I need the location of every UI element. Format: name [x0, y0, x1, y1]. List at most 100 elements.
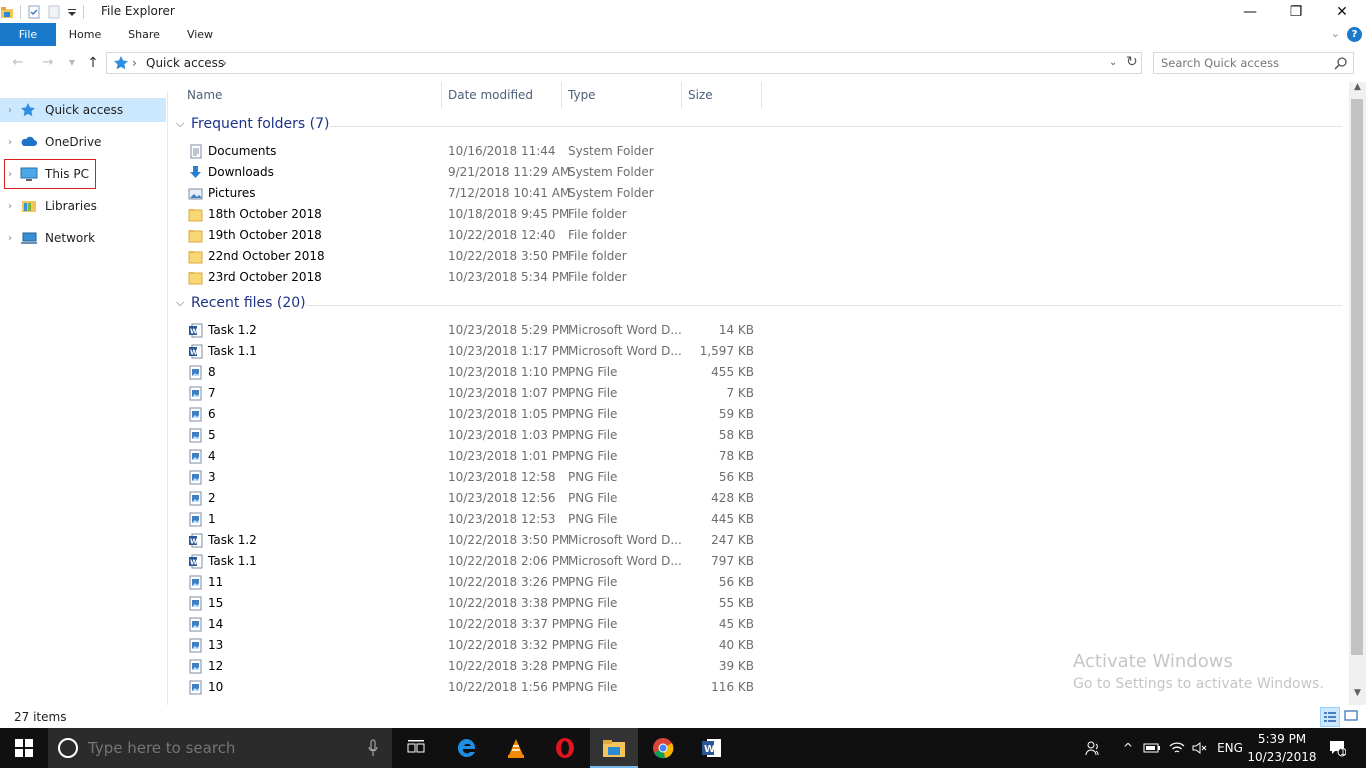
chrome-button[interactable] [639, 728, 687, 768]
folder-row[interactable]: 23rd October 2018 10/23/2018 5:34 PM File … [186, 267, 766, 288]
expand-chevron-icon[interactable]: › [0, 233, 20, 244]
folder-row[interactable]: 18th October 2018 10/18/2018 9:45 PM File … [186, 204, 766, 225]
column-header-type[interactable]: Type [562, 82, 682, 108]
search-input[interactable] [1154, 53, 1324, 73]
address-dropdown-chevron-icon[interactable]: ⌄ [1109, 57, 1117, 68]
file-row[interactable]: W Task 1.2 10/23/2018 5:29 PM Microsoft Wor… [186, 320, 766, 341]
folder-row[interactable]: Documents 10/16/2018 11:44 System Folder [186, 141, 766, 162]
input-language[interactable]: ENG [1216, 728, 1244, 768]
file-row[interactable]: 11 10/22/2018 3:26 PM PNG File 56 KB [186, 572, 766, 593]
taskbar-search-box[interactable] [48, 728, 392, 768]
close-button[interactable]: ✕ [1319, 0, 1365, 23]
file-explorer-button[interactable] [590, 728, 638, 768]
scrollbar-thumb[interactable] [1351, 99, 1363, 655]
file-row[interactable]: 13 10/22/2018 3:32 PM PNG File 40 KB [186, 635, 766, 656]
sidebar-item-quick-access[interactable]: › Quick access [0, 98, 166, 122]
refresh-icon[interactable]: ↻ [1126, 54, 1138, 70]
file-row[interactable]: 14 10/22/2018 3:37 PM PNG File 45 KB [186, 614, 766, 635]
file-row[interactable]: W Task 1.1 10/22/2018 2:06 PM Microsoft Wor… [186, 551, 766, 572]
file-row[interactable]: 8 10/23/2018 1:10 PM PNG File 455 KB [186, 362, 766, 383]
column-header-name[interactable]: Name [181, 82, 442, 108]
tab-file[interactable]: File [0, 23, 56, 46]
explorer-app-icon[interactable] [0, 5, 14, 19]
item-date-modified: 10/23/2018 12:58 [448, 470, 556, 484]
sidebar-item-libraries[interactable]: › Libraries [0, 194, 166, 218]
collapse-chevron-icon[interactable]: ⌵ [176, 117, 188, 131]
item-type: Microsoft Word D... [568, 554, 682, 568]
expand-ribbon-chevron-icon[interactable]: ⌄ [1331, 27, 1340, 40]
file-row[interactable]: 12 10/22/2018 3:28 PM PNG File 39 KB [186, 656, 766, 677]
taskbar-clock[interactable]: 5:39 PM 10/23/2018 [1244, 730, 1320, 766]
forward-arrow-icon[interactable]: → [40, 55, 56, 71]
battery-icon[interactable] [1142, 728, 1162, 768]
folder-row[interactable]: Pictures 7/12/2018 10:41 AM System Folder [186, 183, 766, 204]
file-row[interactable]: 3 10/23/2018 12:58 PNG File 56 KB [186, 467, 766, 488]
column-header-date-modified[interactable]: Date modified [442, 82, 562, 108]
breadcrumb-separator-icon[interactable]: › [222, 56, 227, 70]
group-header-frequent-folders[interactable]: ⌵ Frequent folders (7) [176, 116, 330, 132]
file-row[interactable]: 10 10/22/2018 1:56 PM PNG File 116 KB [186, 677, 766, 698]
properties-icon[interactable] [27, 5, 41, 19]
edge-button[interactable] [443, 728, 491, 768]
start-button[interactable] [0, 728, 48, 768]
tab-view[interactable]: View [176, 23, 224, 46]
search-icon[interactable] [1334, 56, 1348, 70]
maximize-button[interactable]: ❐ [1273, 0, 1319, 23]
action-center-button[interactable]: 1 [1322, 728, 1352, 768]
address-bar[interactable]: › Quick access › ⌄ ↻ [106, 52, 1142, 74]
customize-toolbar-dropdown-icon[interactable] [67, 5, 77, 19]
microphone-icon[interactable] [368, 739, 378, 757]
volume-muted-icon[interactable] [1190, 728, 1210, 768]
back-arrow-icon[interactable]: ← [10, 55, 26, 71]
collapse-chevron-icon[interactable]: ⌵ [176, 296, 188, 310]
file-row[interactable]: W Task 1.1 10/23/2018 1:17 PM Microsoft Wor… [186, 341, 766, 362]
taskbar: W ^ ENG 5:39 PM 10/23/2018 1 [0, 728, 1366, 768]
large-icons-view-button[interactable] [1342, 707, 1362, 727]
folder-row[interactable]: 19th October 2018 10/22/2018 12:40 File fo… [186, 225, 766, 246]
tab-share[interactable]: Share [118, 23, 170, 46]
task-view-button[interactable] [392, 728, 440, 768]
item-size: 116 KB [711, 680, 754, 694]
help-button[interactable]: ? [1347, 27, 1362, 42]
word-doc-icon: W [188, 323, 203, 338]
tab-home[interactable]: Home [60, 23, 110, 46]
scroll-down-arrow-icon[interactable]: ▼ [1349, 688, 1366, 705]
expand-chevron-icon[interactable]: › [0, 201, 20, 212]
new-folder-icon[interactable] [47, 5, 61, 19]
cortana-icon[interactable] [58, 738, 78, 758]
expand-chevron-icon[interactable]: › [0, 137, 20, 148]
breadcrumb-quick-access[interactable]: Quick access [146, 56, 224, 70]
scroll-up-arrow-icon[interactable]: ▲ [1349, 82, 1366, 99]
taskbar-search-input[interactable] [88, 739, 348, 757]
file-row[interactable]: 4 10/23/2018 1:01 PM PNG File 78 KB [186, 446, 766, 467]
people-icon[interactable] [1082, 728, 1104, 768]
vlc-button[interactable] [492, 728, 540, 768]
minimize-button[interactable]: — [1227, 0, 1273, 23]
file-row[interactable]: 7 10/23/2018 1:07 PM PNG File 7 KB [186, 383, 766, 404]
breadcrumb-separator-icon[interactable]: › [132, 56, 137, 70]
recent-locations-chevron-icon[interactable]: ▼ [64, 58, 80, 74]
show-hidden-icons-chevron-icon[interactable]: ^ [1118, 728, 1138, 768]
file-row[interactable]: 5 10/23/2018 1:03 PM PNG File 58 KB [186, 425, 766, 446]
search-box[interactable] [1153, 52, 1354, 74]
folder-row[interactable]: Downloads 9/21/2018 11:29 AM System Folder [186, 162, 766, 183]
expand-chevron-icon[interactable]: › [0, 105, 20, 116]
word-button[interactable]: W [688, 728, 736, 768]
group-header-recent-files[interactable]: ⌵ Recent files (20) [176, 295, 306, 311]
file-row[interactable]: 1 10/23/2018 12:53 PNG File 445 KB [186, 509, 766, 530]
up-arrow-icon[interactable]: ↑ [85, 55, 101, 71]
wifi-icon[interactable] [1167, 728, 1187, 768]
file-row[interactable]: 6 10/23/2018 1:05 PM PNG File 59 KB [186, 404, 766, 425]
file-row[interactable]: W Task 1.2 10/22/2018 3:50 PM Microsoft Wor… [186, 530, 766, 551]
sidebar-item-network[interactable]: › Network [0, 226, 166, 250]
folder-row[interactable]: 22nd October 2018 10/22/2018 3:50 PM File … [186, 246, 766, 267]
pictures-icon [188, 186, 203, 201]
details-view-button[interactable] [1320, 707, 1340, 727]
sidebar-item-onedrive[interactable]: › OneDrive [0, 130, 166, 154]
vertical-scrollbar[interactable]: ▲ ▼ [1349, 82, 1366, 705]
item-date-modified: 10/23/2018 1:17 PM [448, 344, 570, 358]
opera-button[interactable] [541, 728, 589, 768]
file-row[interactable]: 2 10/23/2018 12:56 PNG File 428 KB [186, 488, 766, 509]
file-row[interactable]: 15 10/22/2018 3:38 PM PNG File 55 KB [186, 593, 766, 614]
column-header-size[interactable]: Size [682, 82, 762, 108]
